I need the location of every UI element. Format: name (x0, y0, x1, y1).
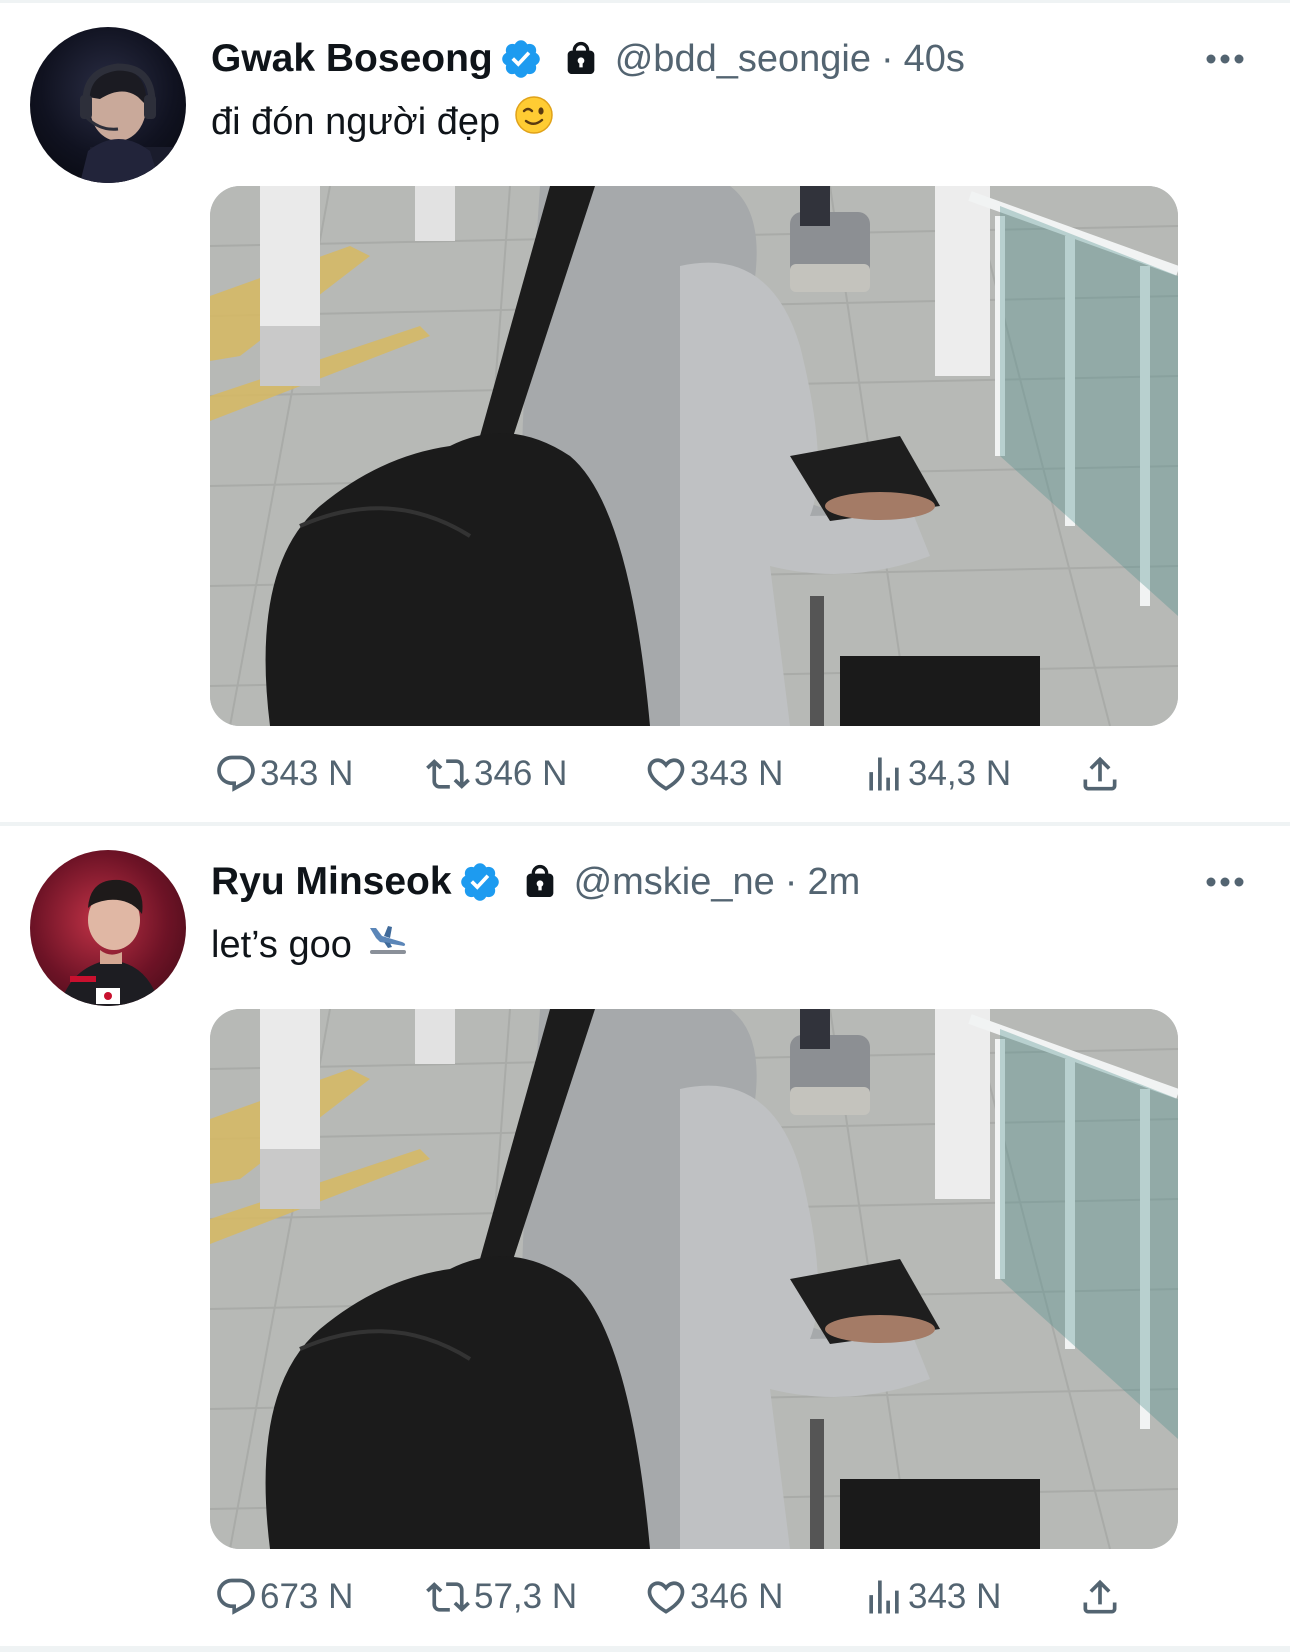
reply-count: 343 N (260, 754, 354, 793)
separator-dot: · (784, 860, 798, 903)
tweet-text-content: đi đón người đẹp (211, 101, 501, 143)
share-icon (1083, 756, 1117, 791)
share-icon (1083, 1579, 1117, 1614)
verified-badge-icon (499, 37, 543, 81)
tweet-text: let’s goo (211, 918, 410, 972)
view-count: 34,3 N (908, 754, 1012, 793)
view-count: 343 N (908, 1577, 1002, 1616)
tweet-header: Ryu Minseok @mskie_ne · 2m (211, 854, 860, 910)
tweet-photo[interactable] (210, 186, 1178, 726)
repost-icon (426, 759, 470, 789)
divider (0, 1646, 1290, 1652)
like-icon (647, 1581, 685, 1614)
airplane-arrival-emoji-icon (366, 918, 410, 973)
repost-icon (426, 1582, 470, 1612)
separator-dot: · (880, 37, 894, 80)
like-count: 343 N (690, 754, 784, 793)
lock-icon (561, 39, 601, 79)
views-button[interactable]: 34,3 N (862, 743, 1011, 805)
avatar[interactable] (30, 27, 186, 183)
timestamp[interactable]: 40s (904, 38, 965, 81)
share-button[interactable] (1078, 743, 1122, 805)
views-button[interactable]: 343 N (862, 1566, 1001, 1628)
tweet-text: đi đón người đẹp (211, 95, 554, 149)
tweet-photo[interactable] (210, 1009, 1178, 1549)
timeline: Gwak Boseong @bdd_seongie · 40s đi đón n… (0, 0, 1290, 1652)
verified-badge-icon (458, 860, 502, 904)
timestamp[interactable]: 2m (807, 861, 860, 904)
like-count: 346 N (690, 1577, 784, 1616)
display-name[interactable]: Gwak Boseong (211, 37, 493, 81)
tweet-header: Gwak Boseong @bdd_seongie · 40s (211, 31, 965, 87)
reply-button[interactable]: 343 N (214, 743, 353, 805)
reply-icon (217, 1578, 255, 1615)
more-icon[interactable] (1202, 39, 1248, 79)
tweet[interactable]: Ryu Minseok @mskie_ne · 2m let’s goo 673… (0, 826, 1290, 1646)
reply-count: 673 N (260, 1577, 354, 1616)
tweet[interactable]: Gwak Boseong @bdd_seongie · 40s đi đón n… (0, 3, 1290, 823)
views-icon (869, 1580, 899, 1614)
tweet-actions: 343 N 346 N 343 N 34,3 N (0, 743, 1290, 805)
display-name[interactable]: Ryu Minseok (211, 860, 452, 904)
like-icon (647, 758, 685, 791)
share-button[interactable] (1078, 1566, 1122, 1628)
views-icon (869, 757, 899, 791)
like-button[interactable]: 346 N (644, 1566, 783, 1628)
avatar[interactable] (30, 850, 186, 1006)
repost-button[interactable]: 57,3 N (424, 1566, 577, 1628)
like-button[interactable]: 343 N (644, 743, 783, 805)
tweet-actions: 673 N 57,3 N 346 N 343 N (0, 1566, 1290, 1628)
wink-emoji-icon (514, 95, 554, 150)
more-icon[interactable] (1202, 862, 1248, 902)
repost-button[interactable]: 346 N (424, 743, 567, 805)
repost-count: 346 N (474, 754, 568, 793)
tweet-text-content: let’s goo (211, 924, 352, 966)
username[interactable]: @bdd_seongie (615, 38, 871, 81)
reply-button[interactable]: 673 N (214, 1566, 353, 1628)
username[interactable]: @mskie_ne (574, 861, 775, 904)
reply-icon (217, 755, 255, 792)
lock-icon (520, 862, 560, 902)
repost-count: 57,3 N (474, 1577, 578, 1616)
